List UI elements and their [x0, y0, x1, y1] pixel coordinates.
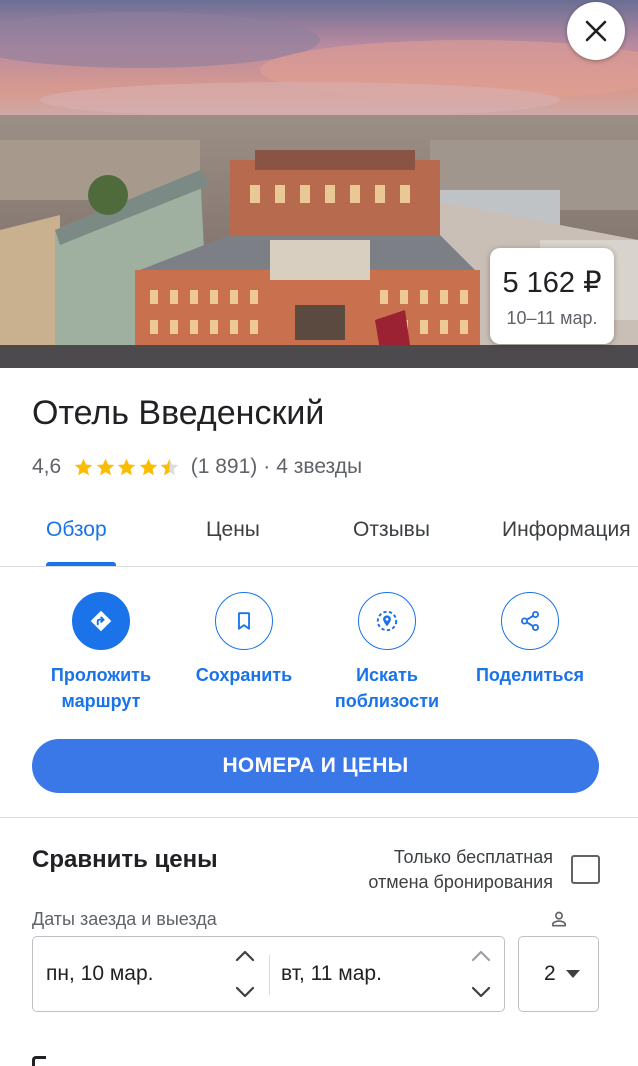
price-card[interactable]: 5 162 ₽ 10–11 мар. — [490, 248, 614, 344]
nearby-search-icon — [376, 610, 398, 632]
rating-value: 4,6 — [32, 455, 62, 478]
close-icon — [585, 20, 607, 42]
directions-icon — [90, 610, 112, 632]
date-separator — [269, 955, 270, 995]
tab-info[interactable]: Информация — [502, 518, 631, 542]
close-button[interactable] — [567, 2, 625, 60]
star-icon — [74, 458, 93, 475]
tab-bar: Обзор Цены Отзывы Информация — [0, 500, 638, 567]
save-circle — [215, 592, 273, 650]
hotel-name: Отель Введенский — [32, 394, 325, 432]
guests-count: 2 — [544, 962, 556, 985]
directions-circle — [72, 592, 130, 650]
chevron-down-icon[interactable] — [470, 985, 492, 999]
check-in-date[interactable]: пн, 10 мар. — [46, 937, 153, 1010]
bookmark-icon — [238, 612, 250, 630]
tab-prices[interactable]: Цены — [206, 518, 260, 542]
check-in-stepper — [233, 949, 257, 999]
star-icon — [139, 458, 157, 475]
save-button[interactable]: Сохранить — [169, 592, 319, 688]
tab-overview[interactable]: Обзор — [46, 518, 107, 542]
rating-row: 4,6 (1 891) · 4 звезды — [32, 454, 362, 480]
nearby-button[interactable]: Искать поблизости — [312, 592, 462, 714]
chevron-up-icon[interactable] — [234, 949, 256, 963]
share-circle — [501, 592, 559, 650]
chevron-down-icon[interactable] — [234, 985, 256, 999]
save-label: Сохранить — [195, 665, 293, 685]
free-cancellation-checkbox[interactable] — [571, 855, 600, 884]
compare-prices-title: Сравнить цены — [32, 846, 218, 873]
star-icon — [117, 458, 136, 475]
price-value: 5 162 ₽ — [502, 267, 602, 299]
share-icon — [521, 611, 539, 631]
guests-select[interactable]: 2 — [518, 936, 599, 1012]
directions-label: Проложить маршрут — [50, 665, 152, 711]
rating-stars — [73, 457, 181, 478]
check-out-date[interactable]: вт, 11 мар. — [281, 937, 382, 1010]
price-dates: 10–11 мар. — [506, 308, 598, 328]
dates-label: Даты заезда и выезда — [32, 909, 217, 929]
person-icon — [551, 911, 567, 927]
next-section-peek — [32, 1056, 46, 1066]
nearby-label: Искать поблизости — [334, 665, 440, 711]
star-half-icon — [160, 458, 179, 475]
chevron-up-icon[interactable] — [470, 949, 492, 963]
star-icon — [96, 458, 114, 475]
share-button[interactable]: Поделиться — [455, 592, 605, 688]
check-out-stepper — [469, 949, 493, 999]
rooms-and-prices-button[interactable]: НОМЕРА И ЦЕНЫ — [32, 739, 599, 793]
nearby-circle — [358, 592, 416, 650]
date-range-picker: пн, 10 мар. вт, 11 мар. — [32, 936, 505, 1012]
separator: · — [263, 455, 271, 478]
caret-down-icon — [565, 970, 580, 978]
free-cancellation-label: Только бесплатная отмена бронирования — [368, 847, 553, 892]
directions-button[interactable]: Проложить маршрут — [26, 592, 176, 714]
share-label: Поделиться — [475, 665, 585, 685]
tab-indicator — [46, 562, 116, 566]
reviews-count[interactable]: (1 891) — [191, 455, 258, 479]
section-divider — [0, 817, 638, 818]
tab-reviews[interactable]: Отзывы — [353, 518, 430, 542]
hotel-class: 4 звезды — [276, 455, 363, 478]
hotel-photo[interactable]: 5 162 ₽ 10–11 мар. — [0, 0, 638, 368]
